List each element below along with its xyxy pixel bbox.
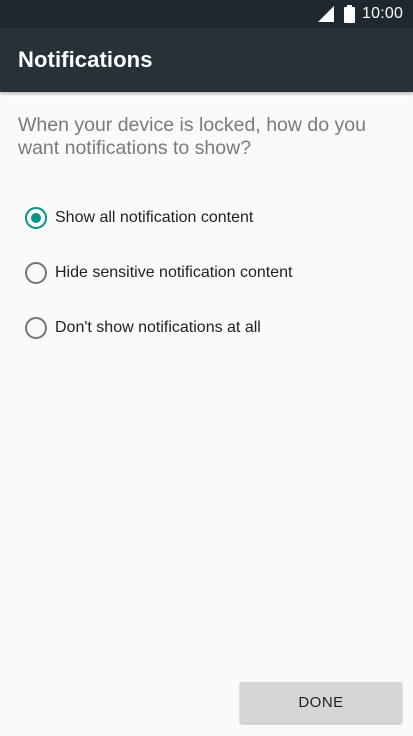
option-hide-sensitive[interactable]: Hide sensitive notification content (0, 245, 413, 300)
battery-icon (344, 5, 355, 23)
option-dont-show[interactable]: Don't show notifications at all (0, 300, 413, 355)
option-label: Hide sensitive notification content (55, 264, 293, 281)
app-bar: Notifications (0, 28, 413, 92)
radio-unselected-icon[interactable] (25, 317, 47, 339)
option-label: Show all notification content (55, 209, 254, 226)
cellular-signal-icon (318, 6, 334, 22)
radio-selected-icon[interactable] (25, 207, 47, 229)
page-title: Notifications (18, 47, 153, 72)
status-time: 10:00 (362, 5, 404, 22)
option-show-all[interactable]: Show all notification content (0, 190, 413, 245)
question-text: When your device is locked, how do you w… (18, 114, 366, 159)
notification-options: Show all notification content Hide sensi… (0, 190, 413, 355)
radio-unselected-icon[interactable] (25, 262, 47, 284)
status-bar: 10:00 (0, 0, 413, 28)
done-button[interactable]: DONE (240, 682, 402, 723)
notifications-screen: 10:00 Notifications When your device is … (0, 0, 413, 736)
radio-dot (31, 213, 41, 223)
option-label: Don't show notifications at all (55, 319, 261, 336)
